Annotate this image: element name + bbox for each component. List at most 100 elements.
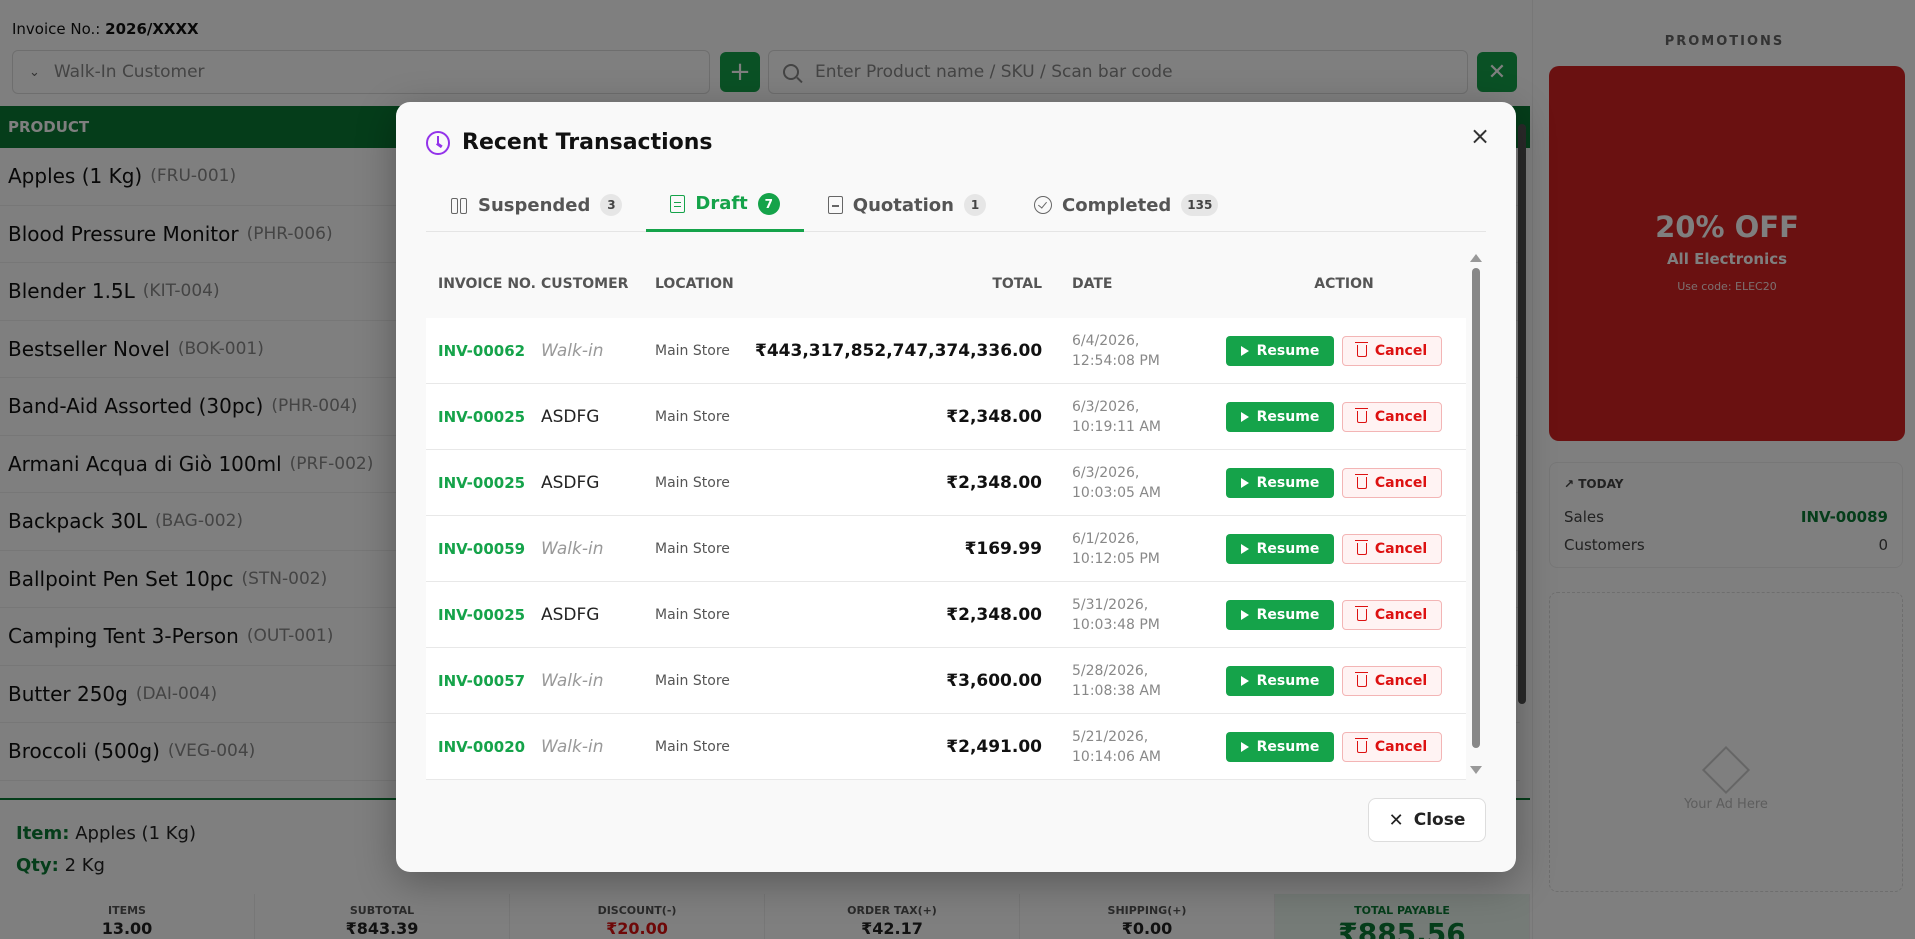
table-row: INV-00025 ASDFG Main Store ₹2,348.00 5/31/20…: [426, 582, 1466, 648]
transaction-date: 6/3/2026, 10:03:05 AM: [1072, 464, 1161, 501]
customer-name: Walk-in: [541, 340, 604, 361]
col-total: TOTAL: [992, 276, 1042, 292]
location-name: Main Store: [655, 408, 730, 425]
transaction-date: 6/3/2026, 10:19:11 AM: [1072, 398, 1161, 435]
col-location: LOCATION: [655, 276, 734, 292]
play-icon: [1240, 675, 1249, 686]
invoice-link[interactable]: INV-00057: [426, 672, 541, 690]
modal-header: Recent Transactions: [426, 130, 713, 155]
play-icon: [1240, 345, 1249, 356]
tab-suspended[interactable]: Suspended 3: [426, 178, 646, 232]
cancel-button[interactable]: Cancel: [1342, 599, 1442, 630]
invoice-link[interactable]: INV-00025: [426, 408, 541, 426]
col-customer: CUSTOMER: [541, 276, 629, 292]
scroll-down-icon[interactable]: [1470, 766, 1482, 774]
location-name: Main Store: [655, 738, 730, 755]
table-row: INV-00057 Walk-in Main Store ₹3,600.00 5/28/…: [426, 648, 1466, 714]
tab-completed[interactable]: Completed 135: [1010, 178, 1242, 232]
transaction-total: ₹2,348.00: [946, 406, 1042, 427]
resume-button[interactable]: Resume: [1226, 533, 1334, 564]
modal-close-icon[interactable]: ×: [1466, 122, 1494, 150]
play-icon: [1240, 411, 1249, 422]
location-name: Main Store: [655, 342, 730, 359]
cancel-button[interactable]: Cancel: [1342, 401, 1442, 432]
tab-count-badge: 135: [1181, 194, 1219, 216]
close-icon: ✕: [1388, 809, 1404, 831]
check-circle-icon: [1034, 196, 1052, 214]
resume-button[interactable]: Resume: [1226, 731, 1334, 762]
cancel-button[interactable]: Cancel: [1342, 335, 1442, 366]
pause-icon: [450, 196, 468, 214]
tab-quotation[interactable]: Quotation 1: [804, 178, 1010, 232]
table-header: INVOICE NO. CUSTOMER LOCATION TOTAL DATE…: [426, 250, 1466, 318]
invoice-link[interactable]: INV-00020: [426, 738, 541, 756]
transaction-total: ₹2,348.00: [946, 604, 1042, 625]
trash-icon: [1354, 539, 1368, 555]
col-action: ACTION: [1314, 276, 1374, 292]
table-scrollbar[interactable]: [1470, 254, 1482, 774]
transaction-total: ₹443,317,852,747,374,336.00: [755, 340, 1043, 361]
customer-name: Walk-in: [541, 736, 604, 757]
trash-icon: [1354, 671, 1368, 687]
play-icon: [1240, 609, 1249, 620]
transaction-date: 5/28/2026, 11:08:38 AM: [1072, 662, 1161, 699]
trash-icon: [1354, 407, 1368, 423]
row-actions: Resume Cancel: [1202, 665, 1466, 696]
table-row: INV-00020 Walk-in Main Store ₹2,491.00 5/21/…: [426, 714, 1466, 780]
table-row: INV-00025 ASDFG Main Store ₹2,348.00 6/3/202…: [426, 384, 1466, 450]
recent-transactions-modal: Recent Transactions × Suspended 3 Draft …: [396, 102, 1516, 872]
transaction-tabs: Suspended 3 Draft 7 Quotation 1 Complete…: [426, 178, 1486, 232]
cancel-button[interactable]: Cancel: [1342, 467, 1442, 498]
table-row: INV-00025 ASDFG Main Store ₹2,348.00 6/3/202…: [426, 450, 1466, 516]
row-actions: Resume Cancel: [1202, 335, 1466, 366]
trash-icon: [1354, 473, 1368, 489]
close-button[interactable]: ✕ Close: [1368, 798, 1486, 842]
resume-button[interactable]: Resume: [1226, 467, 1334, 498]
transactions-table: INVOICE NO. CUSTOMER LOCATION TOTAL DATE…: [426, 250, 1466, 780]
row-actions: Resume Cancel: [1202, 401, 1466, 432]
tab-draft[interactable]: Draft 7: [646, 178, 804, 232]
trash-icon: [1354, 341, 1368, 357]
invoice-link[interactable]: INV-00025: [426, 474, 541, 492]
tab-count-badge: 3: [600, 194, 623, 216]
clock-icon: [426, 130, 450, 155]
trash-icon: [1354, 605, 1368, 621]
cancel-button[interactable]: Cancel: [1342, 731, 1442, 762]
resume-button[interactable]: Resume: [1226, 599, 1334, 630]
transaction-date: 6/1/2026, 10:12:05 PM: [1072, 530, 1160, 567]
location-name: Main Store: [655, 606, 730, 623]
modal-title: Recent Transactions: [462, 130, 713, 155]
row-actions: Resume Cancel: [1202, 467, 1466, 498]
invoice-link[interactable]: INV-00062: [426, 342, 541, 360]
location-name: Main Store: [655, 474, 730, 491]
table-row: INV-00062 Walk-in Main Store ₹443,317,852,7…: [426, 318, 1466, 384]
cancel-button[interactable]: Cancel: [1342, 665, 1442, 696]
row-actions: Resume Cancel: [1202, 599, 1466, 630]
play-icon: [1240, 477, 1249, 488]
col-invoice: INVOICE NO.: [438, 276, 536, 292]
row-actions: Resume Cancel: [1202, 533, 1466, 564]
invoice-link[interactable]: INV-00059: [426, 540, 541, 558]
transaction-date: 6/4/2026, 12:54:08 PM: [1072, 332, 1160, 369]
customer-name: ASDFG: [541, 406, 600, 427]
row-actions: Resume Cancel: [1202, 731, 1466, 762]
resume-button[interactable]: Resume: [1226, 665, 1334, 696]
file-icon: [827, 196, 843, 214]
location-name: Main Store: [655, 540, 730, 557]
resume-button[interactable]: Resume: [1226, 401, 1334, 432]
invoice-link[interactable]: INV-00025: [426, 606, 541, 624]
transaction-total: ₹2,348.00: [946, 472, 1042, 493]
transaction-total: ₹2,491.00: [946, 736, 1042, 757]
customer-name: Walk-in: [541, 670, 604, 691]
tab-count-badge: 7: [757, 192, 780, 215]
table-body: INV-00062 Walk-in Main Store ₹443,317,852,7…: [426, 318, 1466, 780]
resume-button[interactable]: Resume: [1226, 335, 1334, 366]
play-icon: [1240, 741, 1249, 752]
scroll-up-icon[interactable]: [1470, 254, 1482, 262]
transaction-date: 5/31/2026, 10:03:48 PM: [1072, 596, 1160, 633]
tab-count-badge: 1: [964, 194, 986, 216]
scrollbar-thumb[interactable]: [1472, 268, 1480, 748]
cancel-button[interactable]: Cancel: [1342, 533, 1442, 564]
col-date: DATE: [1072, 276, 1113, 292]
transaction-total: ₹3,600.00: [946, 670, 1042, 691]
